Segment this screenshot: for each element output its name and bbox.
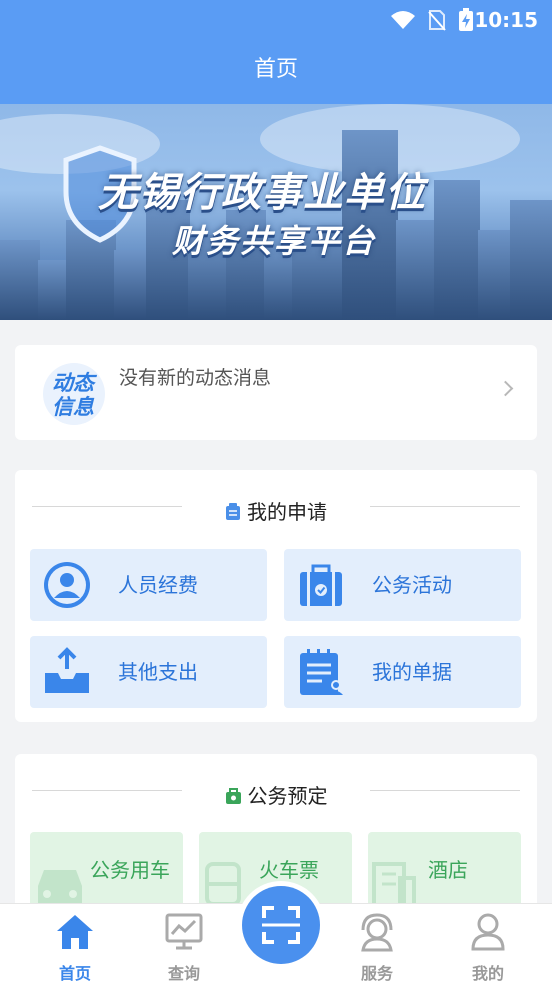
tile-official-activities[interactable]: 公务活动 <box>284 549 521 621</box>
home-icon <box>57 915 93 949</box>
customer-service-icon <box>361 913 393 952</box>
briefcase-icon <box>300 564 342 606</box>
tab-service[interactable]: 服务 <box>337 912 417 981</box>
tile-personnel-expenses[interactable]: 人员经费 <box>30 549 267 621</box>
wifi-icon <box>391 11 415 29</box>
page-title: 首页 <box>253 57 298 82</box>
tile-label: 公务用车 <box>90 858 170 882</box>
banner-building <box>0 240 40 320</box>
tile-official-car[interactable]: 公务用车 <box>30 832 183 910</box>
document-list-icon <box>300 649 343 695</box>
section-title: 我的申请 <box>15 496 537 525</box>
scan-icon <box>262 906 300 944</box>
banner-building <box>510 200 552 320</box>
banner-building <box>478 230 512 320</box>
tab-home[interactable]: 首页 <box>35 912 115 981</box>
tile-label: 我的单据 <box>372 660 452 684</box>
banner-building <box>396 220 436 320</box>
tile-hotel[interactable]: 酒店 <box>368 832 521 910</box>
tile-my-documents[interactable]: 我的单据 <box>284 636 521 708</box>
no-sim-icon <box>428 10 446 31</box>
chart-monitor-icon <box>165 913 203 950</box>
section-title-text: 公务预定 <box>247 784 328 808</box>
status-bar: 10:15 <box>0 0 552 40</box>
banner-subtitle: 财务共享平台 <box>172 222 377 260</box>
clipboard-icon <box>226 503 240 520</box>
banner-title: 无锡行政事业单位 <box>98 170 426 216</box>
tab-label: 首页 <box>58 964 91 981</box>
tile-label: 人员经费 <box>118 573 198 597</box>
scan-button[interactable] <box>242 886 320 964</box>
tile-label: 酒店 <box>428 858 468 882</box>
status-icons <box>390 8 474 32</box>
inbox-upload-icon <box>45 647 89 693</box>
news-logo-text: 动态 信息 <box>37 371 109 419</box>
news-logo-line1: 动态 <box>52 371 94 395</box>
tile-label: 其他支出 <box>118 660 198 684</box>
chevron-right-icon <box>497 380 514 397</box>
bag-icon <box>225 788 241 804</box>
news-message: 没有新的动态消息 <box>119 367 272 389</box>
battery-charging-icon <box>459 8 473 31</box>
section-title: 公务预定 <box>15 780 537 809</box>
my-application-section: 我的申请 人员经费 公务活动 其他支出 我的单据 <box>15 470 537 722</box>
news-card[interactable]: 动态 信息 没有新的动态消息 <box>15 345 537 440</box>
tile-label: 火车票 <box>259 858 319 882</box>
banner-building <box>38 260 68 320</box>
tab-query[interactable]: 查询 <box>144 912 224 981</box>
tab-label: 我的 <box>471 964 504 981</box>
news-logo: 动态 信息 <box>37 363 107 425</box>
user-icon <box>471 913 505 951</box>
news-logo-line2: 信息 <box>52 395 94 419</box>
tile-label: 公务活动 <box>372 573 452 597</box>
tab-mine[interactable]: 我的 <box>448 912 528 981</box>
person-icon <box>44 562 90 608</box>
status-time: 10:15 <box>474 8 538 32</box>
tile-other-expenditure[interactable]: 其他支出 <box>30 636 267 708</box>
banner-building <box>434 180 480 320</box>
banner-building <box>114 250 148 320</box>
tab-label: 服务 <box>360 964 393 981</box>
banner[interactable]: 无锡行政事业单位 财务共享平台 <box>0 104 552 320</box>
tab-label: 查询 <box>167 964 200 981</box>
section-title-text: 我的申请 <box>247 500 327 524</box>
nav-bar: 首页 <box>0 40 552 104</box>
